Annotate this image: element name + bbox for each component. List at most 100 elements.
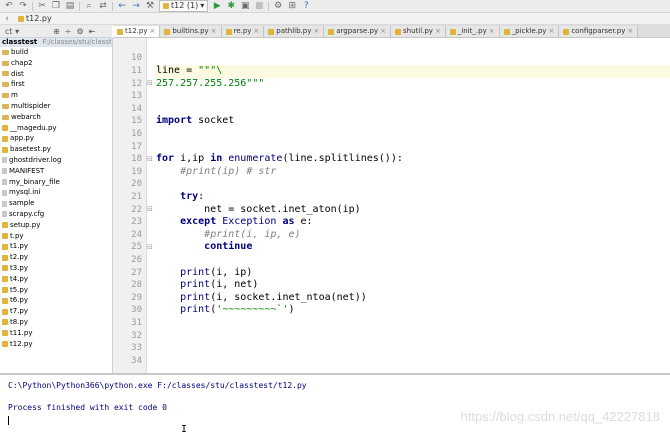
sort-icon[interactable]: ÷ [65, 27, 72, 36]
tree-item[interactable]: sample [0, 198, 112, 209]
undo-icon[interactable]: ↶ [4, 1, 14, 11]
settings-icon[interactable]: ⚙ [77, 27, 84, 36]
tree-item[interactable]: setup.py [0, 220, 112, 231]
tree-item[interactable]: __magedu.py [0, 123, 112, 134]
project-root[interactable]: classtest F:/classes/stu/classtest [0, 38, 112, 47]
editor-tab[interactable]: shutil.py × [390, 26, 446, 37]
breadcrumb-file[interactable]: t12.py [18, 14, 52, 23]
editor-tab[interactable]: _pickle.py × [499, 26, 560, 37]
code-editor[interactable]: 10 11 12 13 14 15 16 17 18 19 20 21 22 23 24 25 26 27 28 29… [113, 38, 670, 373]
help-icon[interactable]: ? [301, 1, 311, 11]
editor-tab[interactable]: _init_.py × [445, 26, 500, 37]
tree-item[interactable]: t8.py [0, 317, 112, 328]
toolbar-divider [112, 1, 113, 11]
mouse-cursor-icon: I [181, 424, 188, 435]
forward-icon[interactable]: → [131, 1, 141, 11]
search-icon[interactable]: ⌕ [84, 1, 94, 11]
run-icon[interactable]: ▶ [212, 1, 222, 11]
run-console[interactable]: C:\Python\Python366\python.exe F:/classe… [0, 373, 670, 435]
tree-item[interactable]: t5.py [0, 285, 112, 296]
tree-item-label: t11.py [10, 328, 33, 337]
toolbar-divider [268, 1, 270, 11]
back-icon[interactable]: ← [117, 1, 127, 11]
coverage-icon[interactable]: ▣ [240, 1, 250, 11]
tree-item[interactable]: t12.py [0, 339, 112, 350]
structure-icon[interactable]: ⊞ [287, 1, 297, 11]
python-file-icon [2, 243, 8, 250]
tree-item[interactable]: t.py [0, 231, 112, 242]
close-icon[interactable]: × [380, 26, 386, 37]
tree-item[interactable]: t1.py [0, 241, 112, 252]
close-icon[interactable]: × [253, 26, 259, 37]
tree-item[interactable]: chap2 [0, 58, 112, 69]
tree-item[interactable]: dist [0, 69, 112, 80]
copy-icon[interactable]: ❐ [51, 1, 61, 11]
line-number: 29 [131, 292, 142, 303]
tree-item-label: app.py [10, 134, 34, 143]
file-icon [2, 200, 7, 207]
line-number: 19 [131, 166, 142, 177]
tree-item[interactable]: ghostdriver.log [0, 155, 112, 166]
run-config-select[interactable]: t12 (1) ▾ [159, 0, 209, 12]
chevron-left-icon[interactable]: ‹ [2, 14, 12, 24]
editor-tab[interactable]: re.py × [221, 26, 265, 37]
cut-icon[interactable]: ✂ [37, 1, 47, 11]
settings-icon[interactable]: ⚙ [273, 1, 283, 11]
tree-item[interactable]: t6.py [0, 295, 112, 306]
tree-item[interactable]: t7.py [0, 306, 112, 317]
tree-item[interactable]: build [0, 47, 112, 58]
tree-item[interactable]: t4.py [0, 274, 112, 285]
tree-item[interactable]: scrapy.cfg [0, 209, 112, 220]
tree-item-label: t1.py [10, 242, 29, 251]
code-text[interactable]: line = """\ 257.257.255.256""" import so… [156, 38, 670, 373]
redo-icon[interactable]: ↷ [18, 1, 28, 11]
tree-item[interactable]: t11.py [0, 328, 112, 339]
tree-item[interactable]: t2.py [0, 252, 112, 263]
tab-label: argparse.py [336, 27, 379, 35]
tree-item[interactable]: m [0, 90, 112, 101]
fold-marker-icon[interactable]: ⊟ [147, 155, 153, 163]
editor-tab[interactable]: pathlib.py × [264, 26, 325, 37]
tree-item-label: basetest.py [10, 145, 51, 154]
editor-tab[interactable]: builtins.py × [160, 26, 222, 37]
folder-icon [2, 114, 9, 120]
folder-icon [2, 82, 9, 88]
close-icon[interactable]: × [313, 26, 319, 37]
fold-marker-icon[interactable]: ⊟ [147, 79, 153, 87]
editor-tab[interactable]: argparse.py × [324, 26, 391, 37]
close-icon[interactable]: × [489, 26, 495, 37]
python-file-icon [503, 28, 510, 35]
editor-tab[interactable]: t12.py × [113, 26, 161, 37]
tree-item[interactable]: basetest.py [0, 144, 112, 155]
close-icon[interactable]: × [149, 26, 155, 37]
debug-icon[interactable]: ✱ [226, 1, 236, 11]
tree-item[interactable]: first [0, 79, 112, 90]
close-icon[interactable]: × [211, 26, 217, 37]
tree-item[interactable]: app.py [0, 133, 112, 144]
collapse-icon[interactable]: ⊕ [53, 27, 60, 36]
close-icon[interactable]: × [548, 26, 554, 37]
close-icon[interactable]: × [627, 26, 633, 37]
tree-item[interactable]: webarch [0, 112, 112, 123]
stop-icon[interactable]: ■ [254, 1, 264, 11]
editor-tab[interactable]: configparser.py × [559, 26, 639, 37]
line-number: 16 [131, 129, 142, 139]
fold-marker-icon[interactable]: ⊟ [147, 243, 153, 251]
replace-icon[interactable]: ⇄ [98, 1, 108, 11]
tree-item[interactable]: mysql.ini [0, 187, 112, 198]
paste-icon[interactable]: ▤ [65, 1, 75, 11]
code-line: print(i, net) [180, 279, 259, 291]
project-view-select[interactable]: ct ▾ [5, 27, 19, 36]
build-icon[interactable]: ⚒ [145, 1, 155, 11]
line-number: 24 [131, 229, 142, 240]
python-file-icon [394, 28, 401, 35]
code-line: #print(ip) # str [180, 165, 277, 177]
tree-item[interactable]: MANIFEST [0, 166, 112, 177]
fold-marker-icon[interactable]: ⊟ [147, 205, 153, 213]
close-icon[interactable]: × [435, 26, 441, 37]
tree-item[interactable]: my_binary_file [0, 177, 112, 188]
line-number: 14 [131, 103, 142, 114]
tree-item[interactable]: multispider [0, 101, 112, 112]
hide-icon[interactable]: ⇤ [89, 27, 96, 36]
tree-item[interactable]: t3.py [0, 263, 112, 274]
